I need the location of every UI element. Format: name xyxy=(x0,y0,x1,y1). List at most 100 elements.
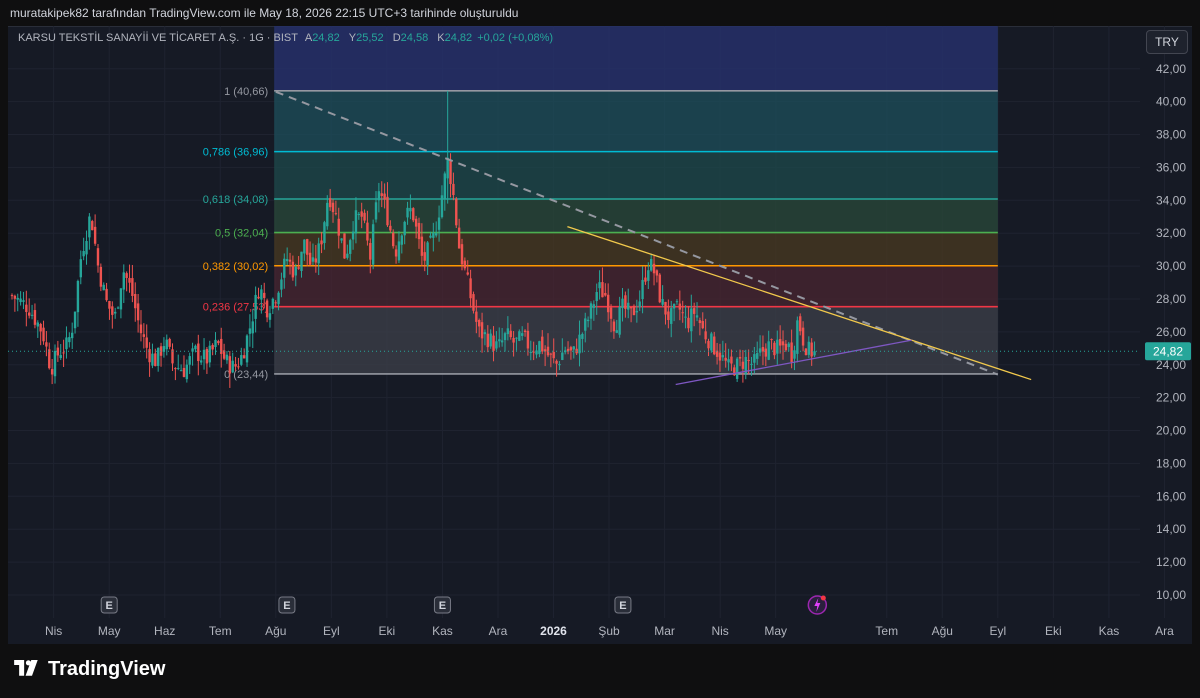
candle-body xyxy=(45,342,48,347)
candle-body xyxy=(675,301,679,303)
candle-body xyxy=(523,330,527,333)
earnings-marker-letter: E xyxy=(619,600,626,612)
candle-body xyxy=(343,233,346,259)
candle-body xyxy=(188,356,191,365)
candle-body xyxy=(119,288,123,310)
candle-body xyxy=(13,295,17,299)
tradingview-logo[interactable]: TradingView xyxy=(12,658,165,681)
candle-body xyxy=(283,258,286,278)
x-tick-label: Eki xyxy=(379,624,396,638)
candle-body xyxy=(371,224,375,265)
candle-body xyxy=(561,352,564,360)
candle-body xyxy=(606,294,610,313)
x-tick-label: Kas xyxy=(432,624,453,638)
candle-body xyxy=(156,347,160,366)
candle-body xyxy=(595,292,598,302)
candle-body xyxy=(555,360,558,364)
candle-body xyxy=(251,321,254,334)
candle-body xyxy=(136,303,140,321)
candle-body xyxy=(351,231,355,240)
candle-body xyxy=(655,270,659,276)
candle-body xyxy=(500,340,504,343)
candle-body xyxy=(469,278,472,299)
candle-body xyxy=(429,235,432,238)
candle-body xyxy=(520,333,524,336)
candle-body xyxy=(88,216,91,238)
symbol-title: KARSU TEKSTİL SANAYİİ VE TİCARET A.Ş. · … xyxy=(18,32,298,44)
candle-body xyxy=(297,267,300,269)
candle-body xyxy=(208,345,211,363)
candle-body xyxy=(194,345,197,350)
candle-body xyxy=(366,222,369,241)
candle-body xyxy=(604,292,607,296)
candle-body xyxy=(443,173,447,199)
candle-body xyxy=(529,352,532,354)
candle-body xyxy=(624,295,627,309)
candle-body xyxy=(231,360,234,373)
earnings-marker-letter: E xyxy=(439,600,446,612)
candle-body xyxy=(59,355,62,359)
candle-body xyxy=(237,366,240,368)
candle-body xyxy=(492,335,495,351)
candle-body xyxy=(647,270,650,281)
candle-body xyxy=(394,249,398,257)
candle-body xyxy=(36,322,39,327)
candle-body xyxy=(472,294,475,311)
candle-body xyxy=(592,304,596,309)
candle-body xyxy=(377,191,381,201)
y-tick-label: 14,00 xyxy=(1156,522,1186,536)
candle-body xyxy=(778,338,782,346)
x-tick-label: Eyl xyxy=(989,624,1006,638)
candle-body xyxy=(687,317,690,329)
candle-body xyxy=(85,241,88,255)
earnings-marker-letter: E xyxy=(283,600,290,612)
candle-body xyxy=(718,352,722,361)
candle-body xyxy=(727,359,730,363)
candle-body xyxy=(369,243,372,260)
candle-body xyxy=(400,235,404,245)
candle-body xyxy=(19,298,22,303)
y-tick-label: 36,00 xyxy=(1156,160,1186,174)
candle-body xyxy=(68,337,71,343)
candle-body xyxy=(331,202,335,213)
x-tick-label: 2026 xyxy=(540,624,567,638)
currency-button[interactable]: TRY xyxy=(1146,30,1188,54)
fib-level-label: 1 (40,66) xyxy=(224,86,268,98)
low-value: 24,58 xyxy=(400,32,429,44)
candle-body xyxy=(672,303,676,309)
candle-body xyxy=(735,358,739,379)
candle-body xyxy=(288,259,292,262)
candle-body xyxy=(627,302,630,310)
candle-body xyxy=(25,304,28,312)
candle-body xyxy=(139,324,143,334)
x-tick-label: May xyxy=(98,624,121,638)
fib-zone xyxy=(274,90,998,152)
candle-body xyxy=(549,353,553,355)
x-tick-label: Ara xyxy=(489,624,508,638)
candle-body xyxy=(111,306,114,315)
x-tick-label: Şub xyxy=(598,624,620,638)
candle-body xyxy=(48,349,51,369)
candle-body xyxy=(374,202,378,220)
candle-body xyxy=(320,240,323,245)
candle-body xyxy=(383,193,386,200)
candle-body xyxy=(532,351,535,353)
candle-body xyxy=(409,207,412,212)
candle-body xyxy=(10,295,14,297)
candle-body xyxy=(764,348,768,357)
candle-body xyxy=(793,350,796,359)
fib-level-label: 0,5 (32,04) xyxy=(215,228,268,240)
price-chart[interactable]: 1 (40,66) 0,786 (36,96) 0,618 (34,08) 0,5 (… xyxy=(0,0,1200,698)
candle-body xyxy=(245,335,249,363)
candle-body xyxy=(214,339,217,348)
candle-body xyxy=(707,340,710,349)
candle-body xyxy=(228,356,232,374)
y-tick-label: 22,00 xyxy=(1156,391,1186,405)
candle-body xyxy=(242,355,246,359)
candle-body xyxy=(113,311,117,314)
candle-body xyxy=(185,364,189,380)
candle-body xyxy=(704,331,707,340)
candle-body xyxy=(217,341,220,344)
y-tick-label: 38,00 xyxy=(1156,128,1186,142)
candle-body xyxy=(53,350,57,377)
